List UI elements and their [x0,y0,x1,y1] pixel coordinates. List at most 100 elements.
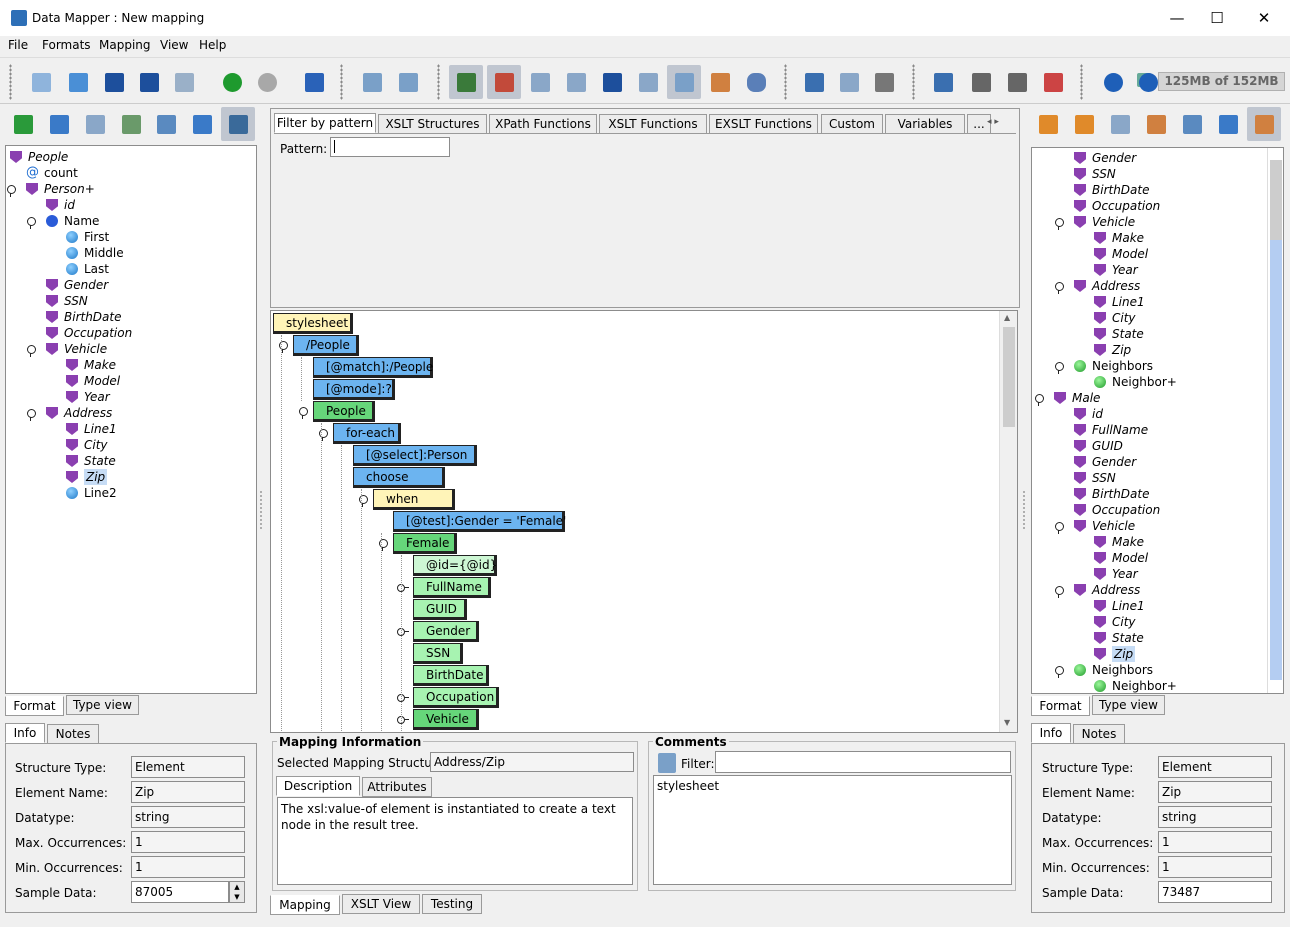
mapping-node[interactable]: choose [353,467,445,488]
menu-file[interactable]: File [8,38,28,52]
tab-mapping[interactable]: Mapping [270,895,340,915]
expand-toggle-icon[interactable] [6,185,16,197]
menu-mapping[interactable]: Mapping [99,38,151,52]
tab-format-left[interactable]: Format [5,696,64,716]
splitter-handle[interactable] [1022,490,1026,530]
copy-icon[interactable] [832,65,866,99]
info-view-icon[interactable] [449,65,483,99]
toolbar-grip[interactable] [9,64,12,100]
expand-toggle-icon[interactable] [1034,394,1044,406]
tree-view-icon[interactable] [221,107,255,141]
collapse-toggle-icon[interactable] [378,539,388,551]
mapping-canvas[interactable]: ▲ ▼ stylesheet/People [@match]:/People [@m… [270,310,1018,733]
expand-toggle-icon[interactable] [1054,522,1064,534]
tab-scroll-arrows-icon[interactable]: ◂ ▸ [987,117,999,127]
tab-attributes[interactable]: Attributes [362,777,432,797]
tab-xslt-view[interactable]: XSLT View [342,894,420,914]
comments-list[interactable]: stylesheet [653,775,1012,885]
mapping-node[interactable]: Female [393,533,457,554]
move-up-icon[interactable] [964,65,998,99]
expand-toggle-icon[interactable] [1054,282,1064,294]
expand-toggle-icon[interactable] [397,715,409,724]
menu-formats[interactable]: Formats [42,38,91,52]
mapping-node[interactable]: Vehicle [413,709,479,730]
tab-description[interactable]: Description [276,776,360,796]
sample-data-field[interactable]: 73487 [1158,881,1272,903]
search-icon[interactable] [42,107,76,141]
expand-toggle-icon[interactable] [397,627,409,636]
preview-icon[interactable] [1175,107,1209,141]
export-icon[interactable] [1031,107,1065,141]
toolbar-grip[interactable] [1080,64,1083,100]
pattern-input[interactable] [330,137,450,157]
about-icon[interactable] [1131,65,1165,99]
document-icon[interactable] [78,107,112,141]
splitter-handle[interactable] [259,490,263,530]
expand-toggle-icon[interactable] [397,583,409,592]
cut-icon[interactable] [797,65,831,99]
database-icon[interactable] [739,65,773,99]
redo-icon[interactable] [250,65,284,99]
mapping-node[interactable]: when [373,489,455,510]
mapping-node[interactable]: GUID [413,599,467,620]
save-xslt-icon[interactable] [595,65,629,99]
expand-toggle-icon[interactable] [1054,666,1064,678]
import-icon[interactable] [6,107,40,141]
mapping-scrollbar[interactable]: ▲ ▼ [999,311,1017,732]
xml-document-icon[interactable] [559,65,593,99]
palette-icon[interactable] [1036,65,1070,99]
edit-icon[interactable] [185,107,219,141]
tab-function-6[interactable]: Variables [885,114,965,134]
expand-toggle-icon[interactable] [1054,586,1064,598]
help-icon[interactable] [1096,65,1130,99]
toolbar-grip[interactable] [437,64,440,100]
tab-function-4[interactable]: EXSLT Functions [709,114,818,134]
table-icon[interactable] [703,65,737,99]
paste-icon[interactable] [867,65,901,99]
expand-toggle-icon[interactable] [1054,362,1064,374]
expand-toggle-icon[interactable] [1054,218,1064,230]
mapping-scrollbar-thumb[interactable] [1003,327,1015,427]
mapping-node[interactable]: [@test]:Gender = 'Female' [393,511,566,532]
list-document-icon[interactable] [631,65,665,99]
move-down-icon[interactable] [1000,65,1034,99]
tab-function-1[interactable]: XSLT Structures [378,114,487,134]
tab-notes-right[interactable]: Notes [1073,724,1125,744]
tree-list-icon[interactable] [1139,107,1173,141]
tree-list-icon[interactable] [114,107,148,141]
source-tree[interactable]: People @ count Person+ id Name First Middle Last… [5,145,257,694]
expand-toggle-icon[interactable] [26,217,36,229]
save-as-icon[interactable] [132,65,166,99]
preview-icon[interactable] [149,107,183,141]
add-comment-icon[interactable] [658,753,676,773]
mapping-node[interactable]: [@mode]:? [313,379,395,400]
tab-function-5[interactable]: Custom [821,114,883,134]
document-icon[interactable] [523,65,557,99]
target-tree-scrollbar[interactable] [1267,148,1283,693]
mapping-node[interactable]: BirthDate [413,665,489,686]
toolbar-grip[interactable] [340,64,343,100]
collapse-toggle-icon[interactable] [278,341,288,353]
new-file-icon[interactable] [24,65,58,99]
color-view-icon[interactable] [487,65,521,99]
close-button[interactable]: ✕ [1241,0,1287,36]
edit-icon[interactable] [1211,107,1245,141]
tab-function-2[interactable]: XPath Functions [489,114,597,134]
mapping-node[interactable]: FullName [413,577,491,598]
exit-icon[interactable] [297,65,331,99]
collapse-toggle-icon[interactable] [318,429,328,441]
expand-toggle-icon[interactable] [26,409,36,421]
tab-info-left[interactable]: Info [5,723,45,743]
sample-data-spinner[interactable]: ▲ ▼ [229,881,245,903]
mapping-node[interactable]: [@select]:Person [353,445,477,466]
tab-info-right[interactable]: Info [1031,723,1071,743]
mapping-node[interactable]: Occupation [413,687,499,708]
expand-toggle-icon[interactable] [397,693,409,702]
document-icon[interactable] [1103,107,1137,141]
mapping-node[interactable]: stylesheet [273,313,353,334]
tab-format-right[interactable]: Format [1031,696,1090,716]
sample-data-field[interactable]: 87005 [131,881,229,903]
tab-function-0[interactable]: Filter by pattern [274,113,376,133]
tab-type-view-right[interactable]: Type view [1092,695,1165,715]
menu-view[interactable]: View [160,38,188,52]
